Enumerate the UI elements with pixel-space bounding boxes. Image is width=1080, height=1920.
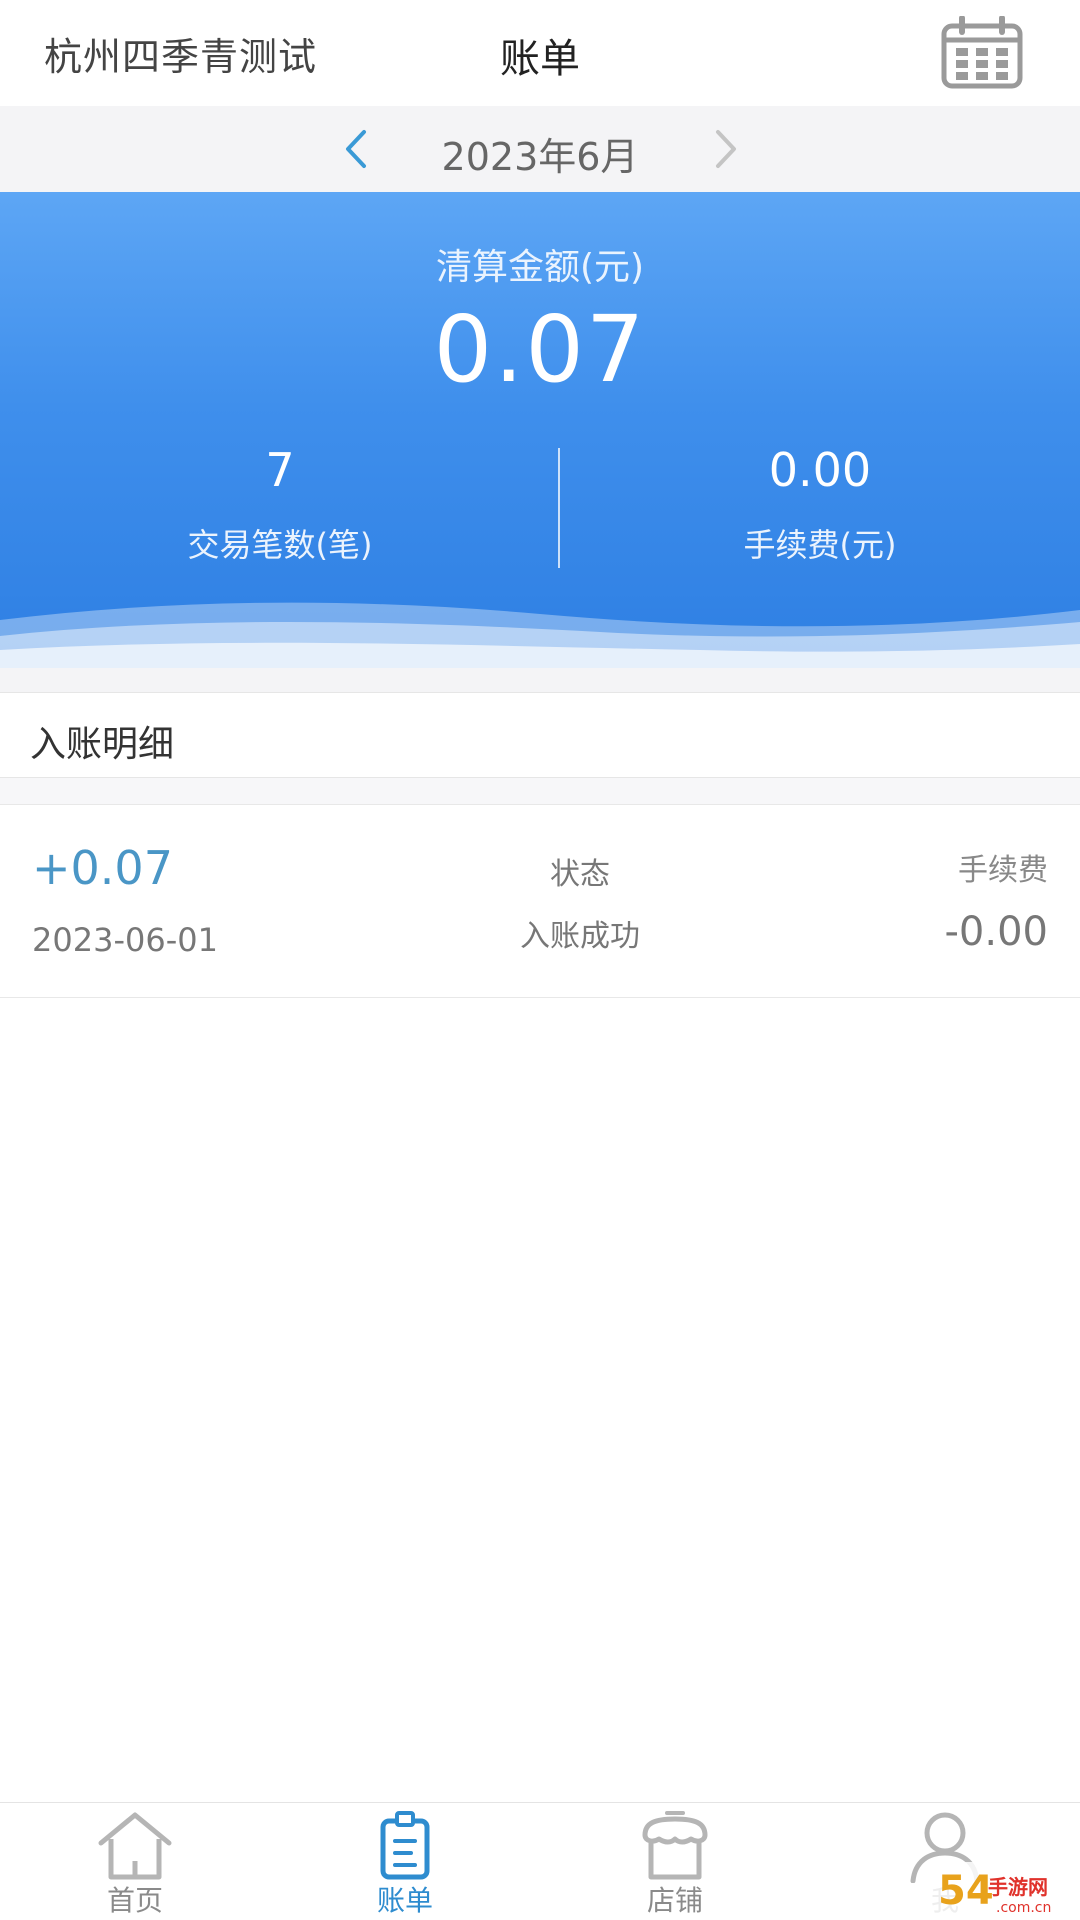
list-gap — [0, 778, 1080, 804]
page-title: 账单 — [500, 36, 580, 82]
top-header: 杭州四季青测试 账单 — [0, 0, 1080, 106]
transaction-count-label: 交易笔数(笔) — [187, 526, 373, 564]
svg-text:54: 54 — [938, 1868, 994, 1914]
record-date: 2023-06-01 — [32, 921, 218, 959]
store-name[interactable]: 杭州四季青测试 — [44, 26, 317, 81]
tab-bill-label: 账单 — [376, 1884, 433, 1917]
settle-amount-label: 清算金额(元) — [435, 247, 645, 288]
list-item[interactable]: +0.07 2023-06-01 状态 入账成功 手续费 -0.00 — [0, 804, 1080, 998]
tab-home-label: 首页 — [106, 1884, 163, 1917]
settle-amount-value: 0.07 — [433, 296, 647, 403]
svg-text:手游网: 手游网 — [988, 1875, 1048, 1899]
svg-text:.com.cn: .com.cn — [996, 1900, 1051, 1916]
tab-home[interactable]: 首页 — [0, 1803, 270, 1920]
tab-store[interactable]: 店铺 — [540, 1803, 810, 1920]
wave-decoration — [0, 602, 1080, 668]
record-status-label: 状态 — [550, 857, 610, 892]
chevron-left-icon[interactable] — [336, 124, 376, 174]
record-fee-label: 手续费 — [958, 853, 1048, 888]
settlement-summary: 清算金额(元) 0.07 7 交易笔数(笔) 0.00 手续费(元) — [0, 192, 1080, 668]
store-icon — [635, 1809, 715, 1883]
bottom-tab-bar: 首页 账单 店铺 — [0, 1802, 1080, 1920]
tab-bill[interactable]: 账单 — [270, 1803, 540, 1920]
transaction-count-value: 7 — [265, 443, 295, 497]
home-icon — [95, 1809, 175, 1883]
record-status-value: 入账成功 — [520, 919, 640, 954]
transaction-count-stat: 7 交易笔数(笔) — [0, 442, 560, 566]
section-gap — [0, 668, 1080, 692]
calendar-icon[interactable] — [940, 15, 1024, 90]
month-selector: 2023年6月 — [0, 106, 1080, 192]
section-title: 入账明细 — [30, 724, 175, 765]
record-amount: +0.07 — [32, 841, 173, 895]
section-header: 入账明细 — [0, 692, 1080, 778]
fee-total-label: 手续费(元) — [743, 526, 897, 564]
record-fee-value: -0.00 — [944, 909, 1049, 955]
watermark-logo: 54 手游网 .com.cn — [930, 1858, 1080, 1920]
tab-store-label: 店铺 — [646, 1884, 703, 1917]
chevron-right-icon[interactable] — [706, 124, 746, 174]
fee-total-value: 0.00 — [768, 443, 872, 497]
fee-stat: 0.00 手续费(元) — [560, 442, 1080, 566]
month-label: 2023年6月 — [441, 135, 639, 179]
bill-icon — [365, 1809, 445, 1883]
